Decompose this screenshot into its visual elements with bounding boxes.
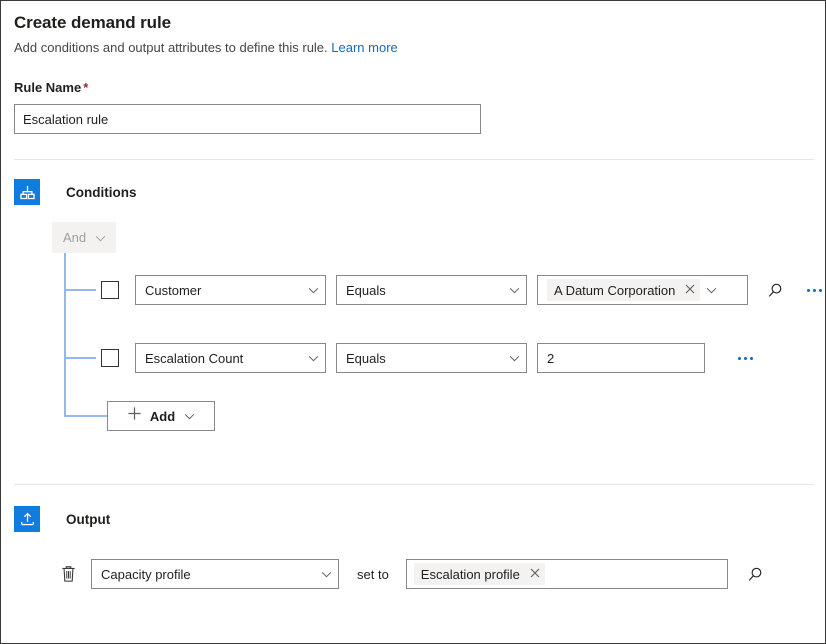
section-divider-bottom	[14, 484, 814, 485]
chevron-down-icon	[706, 281, 717, 299]
chevron-down-icon	[321, 565, 332, 583]
chevron-down-icon	[509, 281, 520, 299]
section-divider-top	[14, 159, 814, 160]
output-value-token: Escalation profile	[414, 563, 545, 585]
plus-icon	[127, 406, 142, 426]
rule-name-label-text: Rule Name	[14, 80, 81, 95]
conditions-section-header: Conditions	[14, 179, 137, 205]
trash-icon[interactable]	[56, 561, 80, 587]
condition-value-token: A Datum Corporation	[547, 279, 700, 301]
condition-operator-dropdown[interactable]: Equals	[336, 275, 527, 305]
condition-row: Customer Equals A Datum Corporation	[101, 275, 826, 305]
required-indicator: *	[83, 80, 88, 95]
condition-attribute-dropdown[interactable]: Customer	[135, 275, 326, 305]
condition-operator-value: Equals	[346, 283, 503, 298]
close-icon[interactable]	[530, 565, 540, 583]
chevron-down-icon	[308, 281, 319, 299]
condition-value-lookup[interactable]: A Datum Corporation	[537, 275, 748, 305]
more-options-icon[interactable]	[732, 345, 758, 371]
chevron-down-icon	[184, 407, 195, 425]
page-subtitle-text: Add conditions and output attributes to …	[14, 40, 328, 55]
output-set-to-label: set to	[357, 567, 389, 582]
page-title: Create demand rule	[14, 12, 825, 34]
rule-name-input[interactable]	[14, 104, 481, 134]
more-options-icon[interactable]	[801, 277, 826, 303]
search-icon[interactable]	[762, 277, 788, 303]
condition-attribute-value: Escalation Count	[145, 351, 302, 366]
condition-tree-branch-add	[64, 415, 107, 417]
conditions-section-title: Conditions	[66, 185, 137, 200]
close-icon[interactable]	[685, 281, 695, 299]
learn-more-link[interactable]: Learn more	[331, 40, 397, 55]
create-demand-rule-panel: Create demand rule Add conditions and ou…	[0, 0, 826, 644]
search-icon[interactable]	[743, 561, 769, 587]
output-row: Capacity profile set to Escalation profi…	[56, 559, 769, 589]
add-condition-button[interactable]: Add	[107, 401, 215, 431]
condition-attribute-dropdown[interactable]: Escalation Count	[135, 343, 326, 373]
page-header: Create demand rule Add conditions and ou…	[1, 1, 825, 57]
output-attribute-dropdown[interactable]: Capacity profile	[91, 559, 339, 589]
add-condition-label: Add	[150, 409, 175, 424]
chevron-down-icon	[95, 229, 106, 247]
condition-value-input[interactable]	[537, 343, 705, 373]
condition-value-token-label: A Datum Corporation	[554, 283, 675, 298]
output-value-lookup[interactable]: Escalation profile	[406, 559, 728, 589]
condition-group-operator-value: And	[63, 230, 86, 245]
output-attribute-value: Capacity profile	[101, 567, 315, 582]
page-subtitle: Add conditions and output attributes to …	[14, 39, 825, 57]
ellipsis-dots	[807, 289, 822, 292]
branch-hierarchy-icon	[14, 179, 40, 205]
condition-tree-branch-2	[64, 357, 96, 359]
condition-group-operator-dropdown[interactable]: And	[52, 222, 116, 253]
output-section-header: Output	[14, 506, 110, 532]
condition-operator-dropdown[interactable]: Equals	[336, 343, 527, 373]
condition-attribute-value: Customer	[145, 283, 302, 298]
condition-row-checkbox[interactable]	[101, 349, 119, 367]
condition-row-checkbox[interactable]	[101, 281, 119, 299]
output-value-token-label: Escalation profile	[421, 567, 520, 582]
rule-name-label: Rule Name*	[14, 79, 825, 96]
upload-export-icon	[14, 506, 40, 532]
output-section-title: Output	[66, 512, 110, 527]
condition-row: Escalation Count Equals	[101, 343, 758, 373]
rule-name-field-block: Rule Name*	[1, 79, 825, 134]
condition-tree-vertical-line	[64, 253, 66, 417]
condition-operator-value: Equals	[346, 351, 503, 366]
ellipsis-dots	[738, 357, 753, 360]
condition-tree-branch-1	[64, 289, 96, 291]
chevron-down-icon	[308, 349, 319, 367]
chevron-down-icon	[509, 349, 520, 367]
